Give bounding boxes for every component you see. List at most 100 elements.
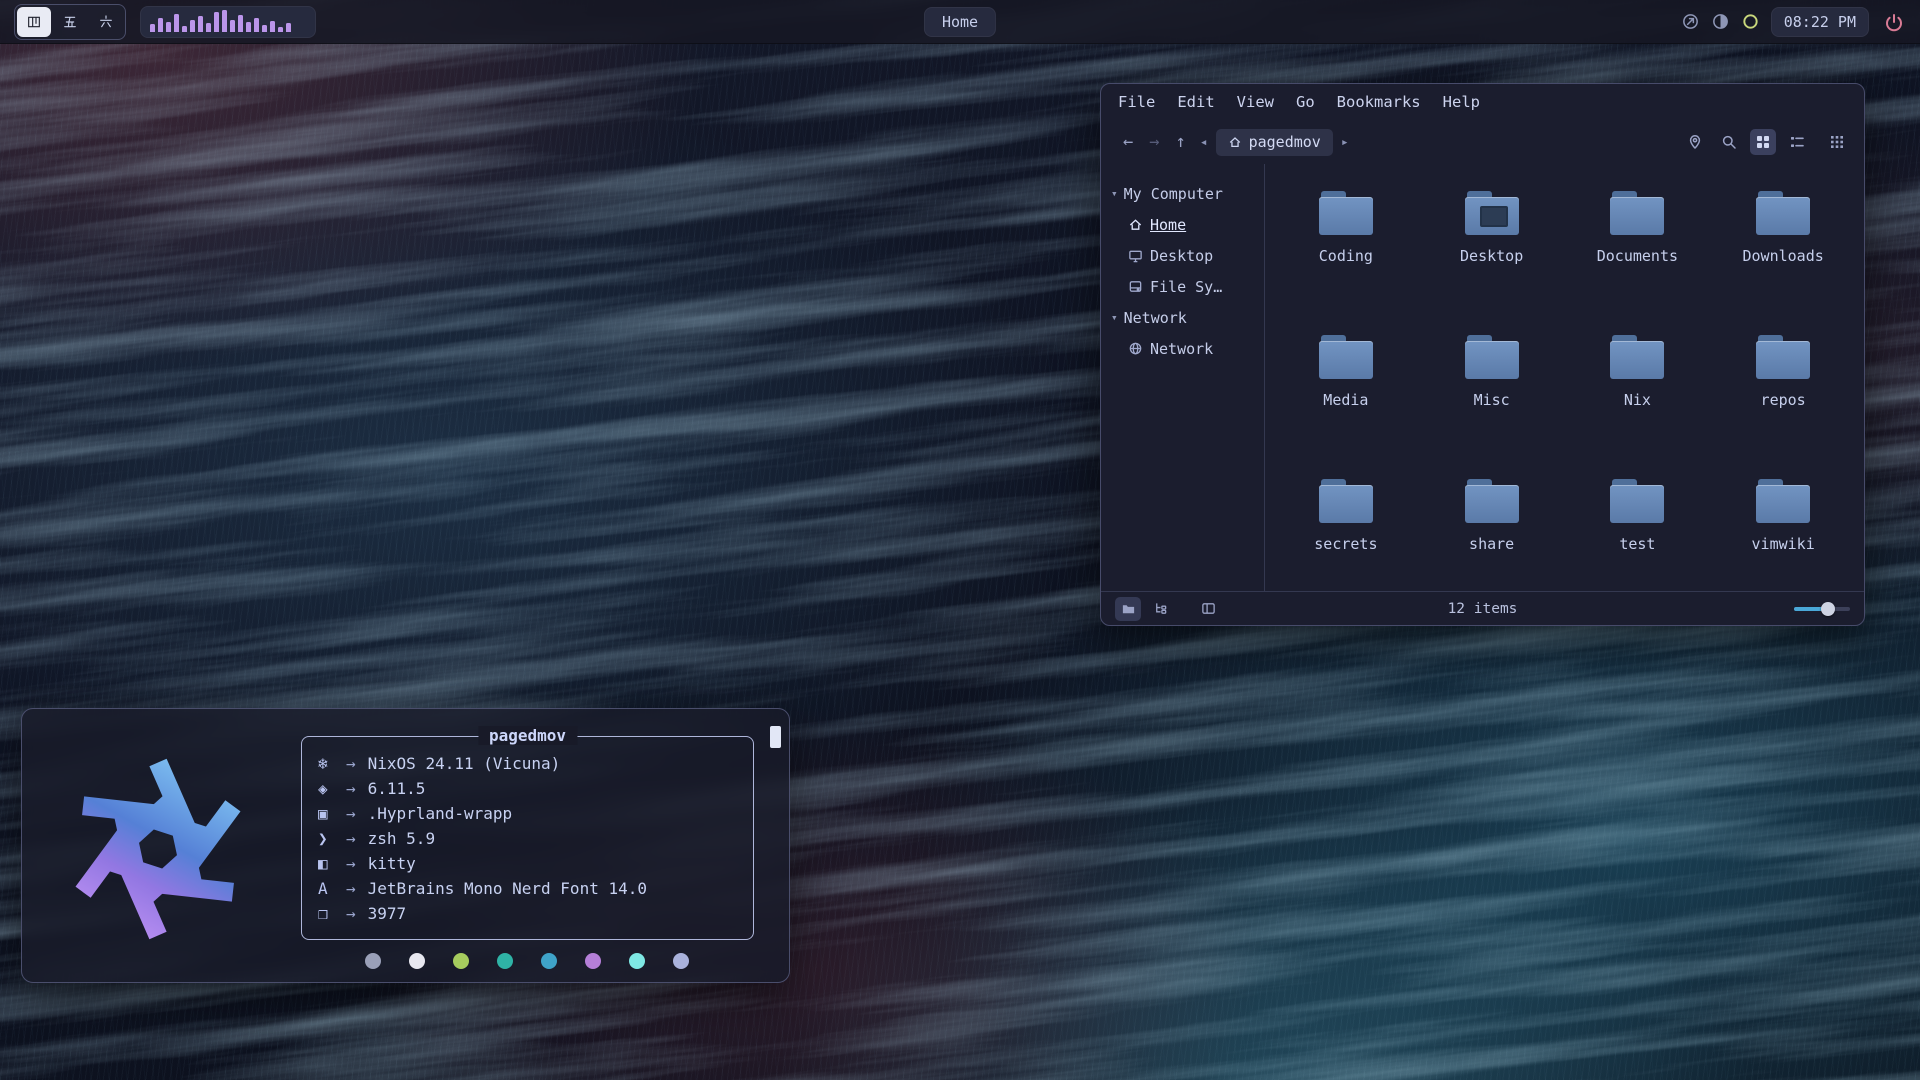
breadcrumb-right-icon[interactable]: ▸ — [1335, 135, 1355, 150]
folder-media[interactable]: Media — [1276, 335, 1416, 479]
folder-icon — [1610, 191, 1664, 235]
sidebar-item-label: File Sy… — [1150, 278, 1222, 296]
info-row-wm: ▣→ .Hyprland-wrapp — [318, 801, 753, 826]
folder-desktop[interactable]: Desktop — [1422, 191, 1562, 335]
folder-icon — [1610, 479, 1664, 523]
terminal-window[interactable]: pagedmov ❄→NixOS 24.11 (Vicuna)◈→6.11.5▣… — [21, 708, 790, 983]
palette-dot-7 — [629, 953, 645, 969]
workspace-button-2[interactable] — [53, 7, 87, 37]
folder-icon — [1465, 479, 1519, 523]
search-button[interactable] — [1716, 129, 1742, 155]
folder-label: repos — [1761, 391, 1806, 409]
menu-help[interactable]: Help — [1443, 93, 1480, 111]
folder-label: Media — [1323, 391, 1368, 409]
info-row-nix: ❄→NixOS 24.11 (Vicuna) — [318, 751, 753, 776]
arrow-icon: → — [346, 879, 356, 898]
folder-icon — [1756, 191, 1810, 235]
menu-bookmarks[interactable]: Bookmarks — [1337, 93, 1421, 111]
sidebar-item-file-sy-[interactable]: File Sy… — [1101, 271, 1264, 302]
fetch-info: ❄→NixOS 24.11 (Vicuna)◈→6.11.5▣→.Hyprlan… — [318, 751, 753, 926]
arrow-icon: → — [346, 779, 356, 798]
folder-coding[interactable]: Coding — [1276, 191, 1416, 335]
active-window-title[interactable]: Home — [924, 7, 996, 37]
breadcrumb-left-icon[interactable]: ◂ — [1194, 135, 1214, 150]
location-pin-button[interactable] — [1682, 129, 1708, 155]
folder-icon-body — [1610, 341, 1664, 379]
power-icon[interactable] — [1884, 12, 1904, 32]
search-icon — [1721, 134, 1737, 150]
menu-edit[interactable]: Edit — [1177, 93, 1214, 111]
viz-bar — [262, 25, 267, 32]
night-light-icon[interactable] — [1711, 12, 1730, 31]
viz-bar — [150, 24, 155, 32]
palette-dot-5 — [541, 953, 557, 969]
circle-indicator-icon[interactable] — [1741, 12, 1760, 31]
directory-tree-button[interactable] — [1147, 597, 1173, 621]
folder-label: Desktop — [1460, 247, 1523, 265]
menu-file[interactable]: File — [1118, 93, 1155, 111]
sidebar-section-my-computer[interactable]: ▾My Computer — [1101, 178, 1264, 209]
icon-view-button[interactable] — [1750, 129, 1776, 155]
viz-bar — [238, 15, 243, 32]
info-value: kitty — [368, 854, 416, 873]
file-manager-window[interactable]: File Edit View Go Bookmarks Help ← → ↑ ◂ page… — [1100, 83, 1865, 626]
info-value: .Hyprland-wrapp — [368, 804, 513, 823]
side-pane-toggle[interactable] — [1195, 597, 1221, 621]
palette-dot-3 — [453, 953, 469, 969]
chevron-down-icon[interactable]: ▾ — [1111, 187, 1118, 200]
topbar-status-cluster: 08:22 PM — [1681, 7, 1904, 37]
path-button[interactable]: pagedmov — [1216, 129, 1333, 156]
zoom-slider-handle[interactable] — [1821, 602, 1835, 616]
folder-icon — [1756, 335, 1810, 379]
folder-icon-body — [1756, 341, 1810, 379]
wm-icon: ▣ — [318, 804, 344, 823]
sidebar-item-desktop[interactable]: Desktop — [1101, 240, 1264, 271]
back-button[interactable]: ← — [1115, 132, 1141, 152]
nixos-logo — [64, 755, 252, 943]
zoom-slider[interactable] — [1794, 607, 1850, 611]
workspace-button-3[interactable] — [89, 7, 123, 37]
terminal-icon: ◧ — [318, 854, 344, 873]
workspace-glyph-3 — [98, 14, 114, 30]
packages-icon: ❒ — [318, 904, 344, 923]
item-count: 12 items — [1448, 601, 1518, 617]
up-button[interactable]: ↑ — [1168, 132, 1194, 152]
folder-label: Nix — [1624, 391, 1651, 409]
viz-bar — [214, 12, 219, 32]
viz-bar — [158, 18, 163, 32]
forward-button[interactable]: → — [1141, 132, 1167, 152]
places-button[interactable] — [1115, 597, 1141, 621]
network-icon — [1128, 341, 1143, 356]
folder-icon — [1319, 191, 1373, 235]
list-view-button[interactable] — [1784, 129, 1810, 155]
folder-icon-body — [1319, 197, 1373, 235]
viz-bar — [182, 26, 187, 32]
sidebar-item-network[interactable]: Network — [1101, 333, 1264, 364]
folder-label: Documents — [1597, 247, 1678, 265]
palette-dot-8 — [673, 953, 689, 969]
info-value: 6.11.5 — [368, 779, 426, 798]
workspace-button-1[interactable] — [17, 7, 51, 37]
viz-bar — [286, 23, 291, 32]
info-row-shell: ❯→zsh 5.9 — [318, 826, 753, 851]
folder-icon — [1319, 479, 1373, 523]
sidebar-item-home[interactable]: Home — [1101, 209, 1264, 240]
folder-repos[interactable]: repos — [1713, 335, 1853, 479]
folder-downloads[interactable]: Downloads — [1713, 191, 1853, 335]
folder-label: Coding — [1319, 247, 1373, 265]
info-value: NixOS 24.11 (Vicuna) — [368, 754, 561, 773]
menubar: File Edit View Go Bookmarks Help — [1101, 84, 1864, 120]
arrow-icon: → — [346, 804, 356, 823]
menu-go[interactable]: Go — [1296, 93, 1315, 111]
menu-view[interactable]: View — [1237, 93, 1274, 111]
folder-documents[interactable]: Documents — [1567, 191, 1707, 335]
compact-view-button[interactable] — [1824, 129, 1850, 155]
viz-bar — [254, 18, 259, 32]
folder-misc[interactable]: Misc — [1422, 335, 1562, 479]
folder-label: test — [1619, 535, 1655, 553]
sidebar-section-network[interactable]: ▾Network — [1101, 302, 1264, 333]
folder-nix[interactable]: Nix — [1567, 335, 1707, 479]
chevron-down-icon[interactable]: ▾ — [1111, 311, 1118, 324]
arrow-circle-icon[interactable] — [1681, 12, 1700, 31]
palette-dot-6 — [585, 953, 601, 969]
